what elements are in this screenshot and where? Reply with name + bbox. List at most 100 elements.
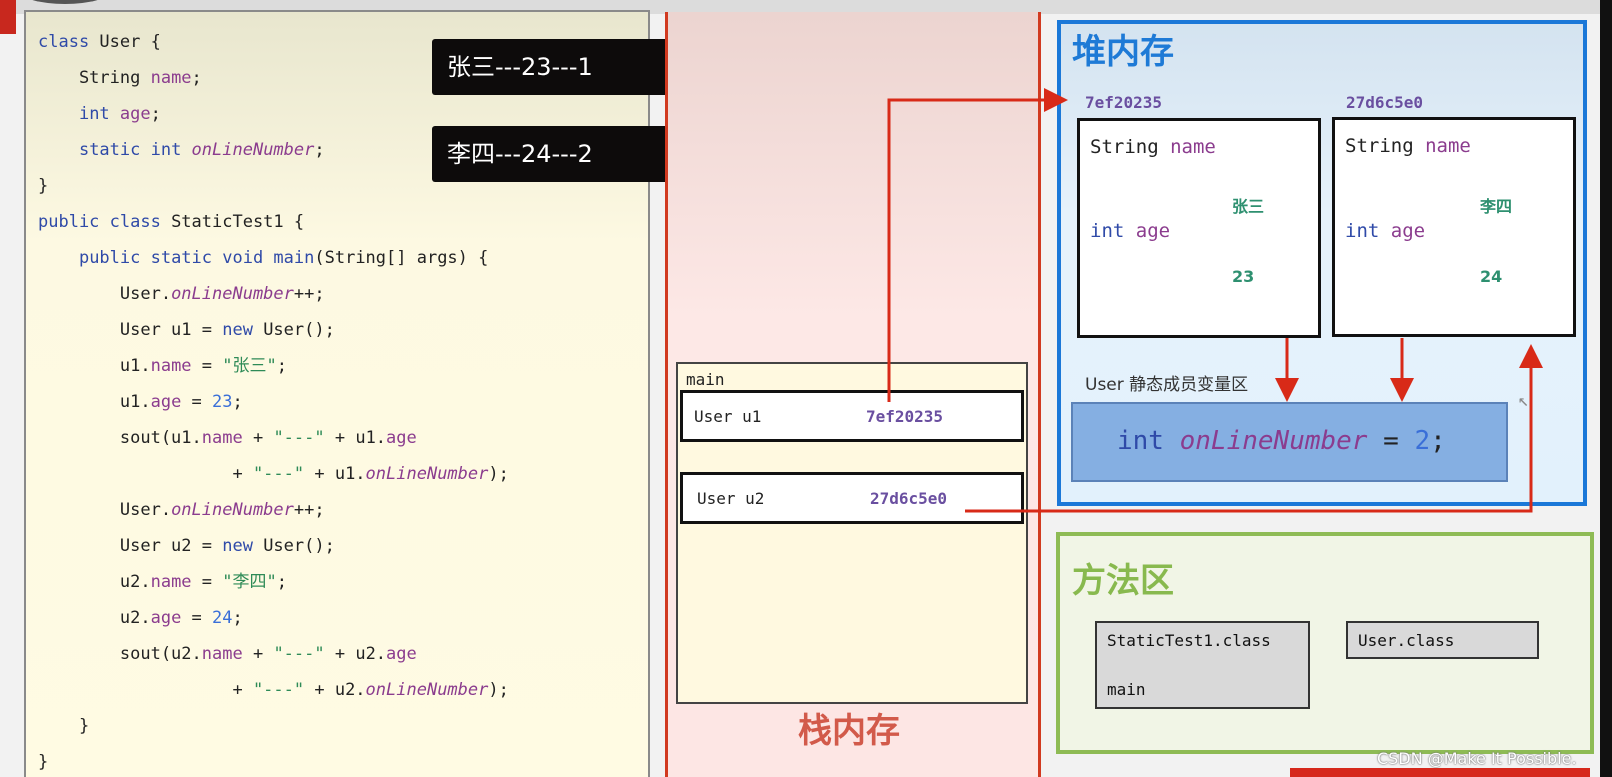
code-token: age — [386, 644, 417, 664]
code-line: public class StaticTest1 { — [38, 212, 304, 232]
code-line: sout(u2.name + "---" + u2.age — [38, 644, 417, 664]
watermark: CSDN @Make It Possible. — [1377, 749, 1577, 768]
code-line: User u2 = new User(); — [38, 536, 335, 556]
code-line: u2.age = 24; — [38, 608, 243, 628]
code-token: + u1. — [324, 428, 387, 448]
code-token: = — [191, 572, 223, 592]
code-token: name — [150, 572, 192, 592]
code-token: ; — [276, 572, 287, 592]
field-type: int — [1090, 220, 1125, 242]
code-line: class User { — [38, 32, 161, 52]
code-token: = — [191, 356, 223, 376]
right-edge-border — [1600, 0, 1612, 777]
code-token: ; — [276, 356, 287, 376]
code-line: int age; — [38, 104, 161, 124]
code-token: ; — [150, 104, 161, 124]
code-token: static int — [78, 140, 192, 160]
field-name: age — [1135, 220, 1171, 242]
code-token: name — [201, 428, 243, 448]
code-line: } — [38, 716, 89, 736]
code-token: ; — [232, 608, 243, 628]
code-token: u2. — [38, 572, 151, 592]
code-line: + "---" + u1.onLineNumber); — [38, 464, 509, 484]
class-name: StaticTest1.class — [1107, 631, 1271, 650]
red-tab-decoration — [0, 0, 16, 34]
code-token: name — [150, 68, 192, 88]
code-token: name — [150, 356, 192, 376]
code-token: + — [38, 680, 253, 700]
code-token: sout(u1. — [38, 428, 202, 448]
code-token: User u2 = — [38, 536, 223, 556]
static-variable: int onLineNumber = 2; — [1117, 426, 1446, 456]
code-token: User. — [38, 284, 172, 304]
code-token: "---" — [252, 464, 305, 484]
code-line: } — [38, 752, 48, 772]
code-token: public static void — [78, 248, 274, 268]
code-token: "张三" — [222, 356, 277, 376]
heap-object-address: 27d6c5e0 — [1346, 93, 1424, 112]
static-var-type: int — [1117, 426, 1164, 456]
code-token: ; — [232, 392, 243, 412]
code-token: age — [150, 392, 182, 412]
code-token: ++; — [293, 500, 325, 520]
code-token: u2. — [38, 608, 151, 628]
code-token: ; — [191, 68, 202, 88]
field-name: age — [1390, 220, 1426, 242]
code-line: } — [38, 176, 48, 196]
code-token: ); — [488, 464, 509, 484]
field-type: String — [1345, 135, 1414, 157]
code-token: ; — [314, 140, 325, 160]
code-token: sout(u2. — [38, 644, 202, 664]
code-line: u1.age = 23; — [38, 392, 243, 412]
code-token: onLineNumber — [191, 140, 315, 160]
code-token: u1. — [38, 392, 151, 412]
code-token: = — [181, 608, 213, 628]
static-var-name: onLineNumber — [1179, 426, 1368, 456]
heap-object-address: 7ef20235 — [1085, 93, 1163, 112]
code-token: "李四" — [222, 572, 277, 592]
field-name: name — [1425, 135, 1471, 157]
code-token: ++; — [293, 284, 325, 304]
code-token: = — [181, 392, 213, 412]
code-line: public static void main(String[] args) { — [38, 248, 488, 268]
heap-field-age: int age — [1090, 220, 1170, 242]
code-line: User.onLineNumber++; — [38, 500, 325, 520]
heap-field-value: 23 — [1232, 267, 1255, 286]
code-token: public class — [38, 212, 172, 232]
code-token: onLineNumber — [171, 500, 294, 520]
heap-field-value: 张三 — [1232, 197, 1265, 216]
code-token: + u2. — [324, 644, 387, 664]
code-line: User u1 = new User(); — [38, 320, 335, 340]
code-token: User(); — [263, 320, 335, 340]
stack-var-address: 7ef20235 — [866, 407, 944, 426]
code-token: + u2. — [304, 680, 366, 700]
code-line: u1.name = "张三"; — [38, 356, 287, 376]
code-token: class — [38, 32, 100, 52]
static-var-semicolon: ; — [1430, 426, 1446, 456]
heap-memory-title: 堆内存 — [1072, 32, 1174, 72]
stack-var-name: User u1 — [694, 407, 762, 426]
code-token: (String[] args) { — [314, 248, 489, 268]
class-name: User.class — [1358, 631, 1455, 650]
heap-field-value: 24 — [1480, 267, 1503, 286]
code-token: main — [273, 248, 315, 268]
code-token: "---" — [273, 428, 325, 448]
code-token: age — [386, 428, 417, 448]
code-token: User(); — [263, 536, 335, 556]
code-token: onLineNumber — [365, 680, 489, 700]
code-token: User u1 = — [38, 320, 223, 340]
code-line: User.onLineNumber++; — [38, 284, 325, 304]
stack-memory-title: 栈内存 — [798, 711, 900, 751]
code-token: int — [78, 104, 120, 124]
code-token: } — [38, 716, 90, 736]
code-token: 24 — [212, 608, 233, 628]
mouse-cursor-icon: ↖ — [1518, 390, 1529, 411]
code-token: "---" — [252, 680, 305, 700]
code-token: } — [38, 752, 49, 772]
field-type: int — [1345, 220, 1380, 242]
bottom-ribbon — [1290, 768, 1590, 777]
field-name: name — [1170, 136, 1216, 158]
code-line: + "---" + u2.onLineNumber); — [38, 680, 508, 700]
